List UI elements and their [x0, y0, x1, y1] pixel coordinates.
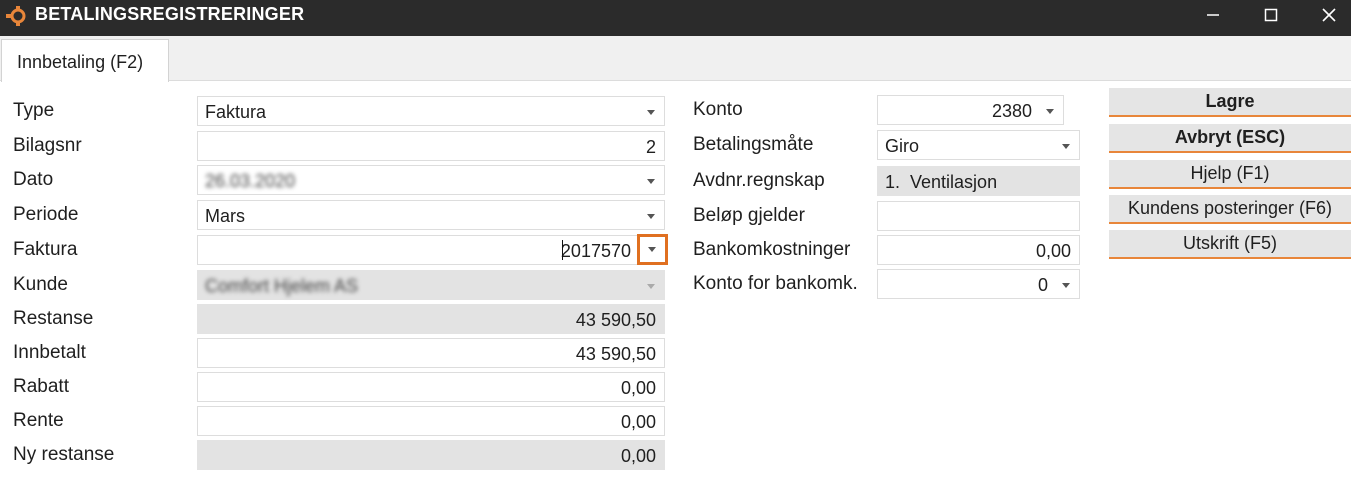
avdnr-value: 1. Ventilasjon: [885, 172, 998, 192]
ny-restanse-label: Ny restanse: [13, 444, 115, 465]
app-logo-icon: [6, 6, 26, 26]
konto-bankomk-label: Konto for bankomk.: [693, 273, 858, 294]
kunde-select: Comfort Hjelem AS: [197, 270, 665, 300]
faktura-dropdown-button[interactable]: [637, 234, 668, 265]
chevron-down-icon: [647, 110, 655, 115]
minimize-icon: [1207, 14, 1219, 16]
tab-innbetaling[interactable]: Innbetaling (F2): [1, 39, 169, 82]
ny-restanse-field: 0,00: [197, 440, 665, 470]
restanse-value: 43 590,50: [575, 310, 656, 330]
close-button[interactable]: [1302, 0, 1351, 30]
konto-bankomk-select[interactable]: 0: [877, 269, 1080, 299]
betalingsmate-value: Giro: [885, 136, 920, 156]
chevron-down-icon: [648, 247, 656, 252]
bankomkostninger-value: 0,00: [1035, 241, 1071, 261]
avdnr-label: Avdnr.regnskap: [693, 170, 825, 191]
chevron-down-icon: [647, 214, 655, 219]
belop-gjelder-label: Beløp gjelder: [693, 205, 805, 226]
faktura-combo[interactable]: 2017570: [197, 235, 665, 265]
betalingsmate-select[interactable]: Giro: [877, 130, 1080, 160]
maximize-icon: [1264, 8, 1278, 22]
avbryt-button[interactable]: Avbryt (ESC): [1109, 124, 1351, 153]
minimize-button[interactable]: [1186, 0, 1242, 30]
innbetalt-value: 43 590,50: [575, 344, 656, 364]
konto-select[interactable]: 2380: [877, 95, 1064, 125]
tab-innbetaling-label: Innbetaling (F2): [17, 52, 144, 72]
rabatt-label: Rabatt: [13, 376, 69, 397]
periode-label: Periode: [13, 204, 79, 225]
rente-input[interactable]: 0,00: [197, 406, 665, 436]
text-cursor: [562, 240, 563, 260]
periode-select[interactable]: Mars: [197, 200, 665, 230]
konto-label: Konto: [693, 99, 743, 120]
kunde-value: Comfort Hjelem AS: [205, 276, 359, 296]
chevron-down-icon: [1062, 283, 1070, 288]
avdnr-field: 1. Ventilasjon: [877, 166, 1080, 196]
tab-strip: Innbetaling (F2): [0, 36, 1351, 82]
dato-picker[interactable]: 26.03.2020: [197, 165, 665, 195]
restanse-label: Restanse: [13, 308, 94, 329]
konto-value: 2380: [991, 101, 1032, 121]
bilagsnr-label: Bilagsnr: [13, 135, 82, 156]
faktura-label: Faktura: [13, 239, 78, 260]
kundens-posteringer-button[interactable]: Kundens posteringer (F6): [1109, 195, 1351, 224]
ny-restanse-value: 0,00: [620, 446, 656, 466]
dato-value: 26.03.2020: [205, 171, 296, 191]
innbetalt-label: Innbetalt: [13, 342, 86, 363]
bankomkostninger-label: Bankomkostninger: [693, 239, 851, 260]
rente-label: Rente: [13, 410, 64, 431]
hjelp-button[interactable]: Hjelp (F1): [1109, 160, 1351, 189]
betalingsmate-label: Betalingsmåte: [693, 134, 814, 155]
rente-value: 0,00: [620, 412, 656, 432]
close-icon: [1322, 8, 1336, 22]
periode-value: Mars: [205, 206, 245, 226]
chevron-down-icon: [1046, 109, 1054, 114]
bilagsnr-value: 2: [645, 137, 656, 157]
faktura-value: 2017570: [560, 241, 631, 261]
rabatt-value: 0,00: [620, 378, 656, 398]
window-title: BETALINGSREGISTRERINGER: [35, 4, 305, 24]
type-value: Faktura: [205, 102, 267, 122]
belop-gjelder-input[interactable]: [877, 201, 1080, 231]
chevron-down-icon: [647, 179, 655, 184]
rabatt-input[interactable]: 0,00: [197, 372, 665, 402]
utskrift-button[interactable]: Utskrift (F5): [1109, 230, 1351, 259]
kunde-label: Kunde: [13, 274, 68, 295]
bilagsnr-input[interactable]: 2: [197, 131, 665, 161]
dato-label: Dato: [13, 169, 54, 190]
title-bar: BETALINGSREGISTRERINGER: [0, 0, 1351, 36]
type-label: Type: [13, 100, 55, 121]
konto-bankomk-value: 0: [1037, 275, 1048, 295]
maximize-button[interactable]: [1244, 0, 1300, 30]
bankomkostninger-input[interactable]: 0,00: [877, 235, 1080, 265]
chevron-down-icon: [647, 284, 655, 289]
restanse-field: 43 590,50: [197, 304, 665, 334]
chevron-down-icon: [1062, 144, 1070, 149]
innbetalt-input[interactable]: 43 590,50: [197, 338, 665, 368]
lagre-button[interactable]: Lagre: [1109, 88, 1351, 117]
type-select[interactable]: Faktura: [197, 96, 665, 126]
